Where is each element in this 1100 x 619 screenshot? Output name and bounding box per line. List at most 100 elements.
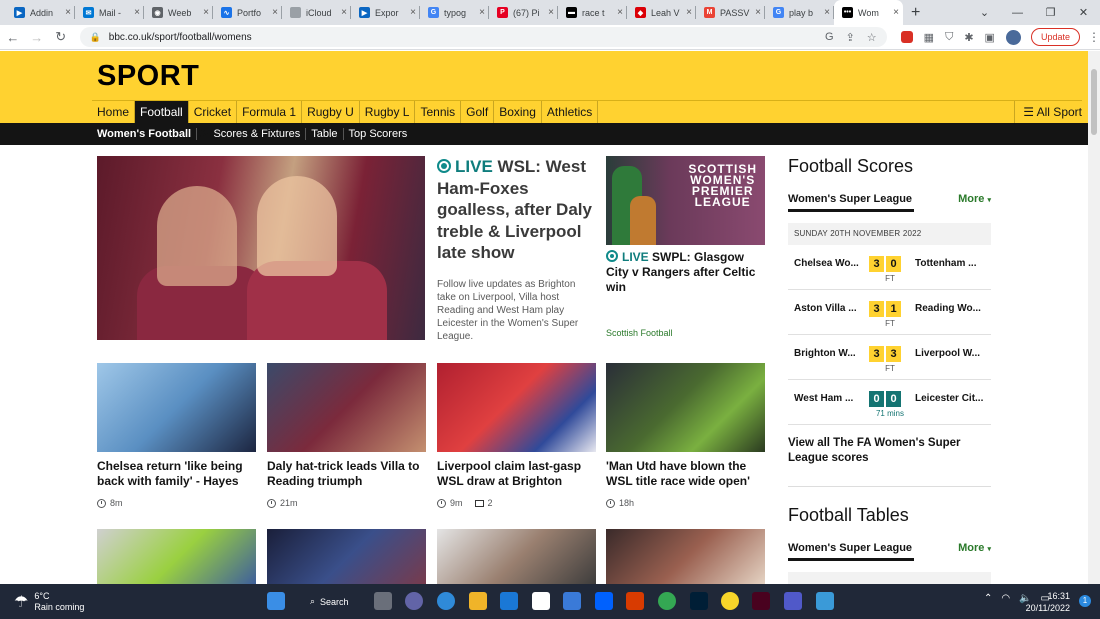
browser-tab[interactable]: ••• Wom × bbox=[834, 0, 903, 25]
browser-tab[interactable]: iCloud × bbox=[282, 0, 351, 25]
page-scrollbar[interactable] bbox=[1088, 51, 1100, 584]
file-explorer-icon[interactable] bbox=[469, 592, 487, 610]
story-image[interactable] bbox=[97, 363, 256, 452]
photoshop-icon[interactable] bbox=[690, 592, 708, 610]
weather-widget[interactable]: ☂ 6°C Rain coming bbox=[14, 591, 84, 613]
story-image[interactable] bbox=[437, 529, 596, 584]
mail-icon[interactable] bbox=[500, 592, 518, 610]
story-headline[interactable]: Chelsea return 'like being back with fam… bbox=[97, 459, 256, 489]
story-image[interactable] bbox=[97, 529, 256, 584]
tab-close-icon[interactable]: × bbox=[824, 7, 830, 18]
url-text[interactable]: bbc.co.uk/sport/football/womens bbox=[109, 32, 252, 43]
office-icon[interactable] bbox=[626, 592, 644, 610]
indesign-icon[interactable] bbox=[752, 592, 770, 610]
reload-icon[interactable]: ↻ bbox=[50, 29, 72, 45]
nav-item-formula-1[interactable]: Formula 1 bbox=[237, 100, 303, 124]
browser-tab[interactable]: P (67) Pi × bbox=[489, 0, 558, 25]
wifi-icon[interactable]: ◠ bbox=[1001, 593, 1010, 604]
lock-icon[interactable]: 🔒 bbox=[90, 32, 101, 43]
scottish-football-tag[interactable]: Scottish Football bbox=[606, 328, 673, 338]
browser-tab[interactable]: ◆ Leah V × bbox=[627, 0, 696, 25]
match-row[interactable]: West Ham ... 0 0 Leicester Cit... 71 mins bbox=[788, 380, 991, 425]
tab-close-icon[interactable]: × bbox=[272, 7, 278, 18]
all-sport-menu[interactable]: ☰ All Sport bbox=[1014, 100, 1082, 124]
puzzle-icon[interactable]: ✱ bbox=[964, 31, 973, 44]
taskbar-clock[interactable]: 16:31 20/11/2022 bbox=[1026, 590, 1070, 614]
story-image[interactable] bbox=[267, 529, 426, 584]
nav-item-golf[interactable]: Golf bbox=[461, 100, 495, 124]
nav-item-football[interactable]: Football bbox=[135, 100, 189, 124]
nav-item-athletics[interactable]: Athletics bbox=[542, 100, 599, 124]
tab-close-icon[interactable]: × bbox=[617, 7, 623, 18]
start-icon[interactable] bbox=[267, 592, 285, 610]
subnav-item[interactable]: Table bbox=[306, 128, 344, 140]
tab-close-icon[interactable]: × bbox=[203, 7, 209, 18]
taskbar-search[interactable]: ⌕ Search bbox=[302, 592, 360, 611]
nav-item-home[interactable]: Home bbox=[92, 100, 136, 124]
story-card[interactable]: Daly hat-trick leads Villa to Reading tr… bbox=[267, 363, 426, 508]
swpl-promo-image[interactable]: SCOTTISH WOMEN'S PREMIER LEAGUE bbox=[606, 156, 765, 245]
chrome-icon[interactable] bbox=[658, 592, 676, 610]
forward-icon[interactable]: → bbox=[26, 30, 48, 45]
subnav-item[interactable]: Scores & Fixtures bbox=[208, 128, 307, 140]
store-icon[interactable] bbox=[563, 592, 581, 610]
amazon-icon[interactable] bbox=[532, 592, 550, 610]
notification-badge[interactable]: 1 bbox=[1079, 595, 1091, 607]
browser-tab[interactable]: ▶ Expor × bbox=[351, 0, 420, 25]
lead-story-image[interactable] bbox=[97, 156, 425, 340]
tab-close-icon[interactable]: × bbox=[479, 7, 485, 18]
view-all-scores-link[interactable]: View all The FA Women's Super League sco… bbox=[788, 436, 991, 487]
more-dropdown[interactable]: More ▾ bbox=[958, 542, 991, 561]
match-row[interactable]: Aston Villa ... 3 1 Reading Wo... FT bbox=[788, 290, 991, 335]
browser-tab[interactable]: ▶ Addin × bbox=[6, 0, 75, 25]
subnav-item[interactable]: Top Scorers bbox=[344, 128, 413, 140]
story-headline[interactable]: 'Man Utd have blown the WSL title race w… bbox=[606, 459, 765, 489]
tab-close-icon[interactable]: × bbox=[686, 7, 692, 18]
nav-item-boxing[interactable]: Boxing bbox=[494, 100, 542, 124]
browser-tab[interactable]: ✉ Mail - × bbox=[75, 0, 144, 25]
browser-tab[interactable]: ◉ Weeb × bbox=[144, 0, 213, 25]
sport-logo[interactable]: SPORT bbox=[97, 60, 199, 93]
nav-item-tennis[interactable]: Tennis bbox=[415, 100, 462, 124]
tab-close-icon[interactable]: × bbox=[755, 7, 761, 18]
browser-tab[interactable]: Gtypog × bbox=[420, 0, 489, 25]
new-tab-button[interactable]: + bbox=[911, 4, 920, 22]
more-dropdown[interactable]: More ▾ bbox=[958, 193, 991, 212]
todo-icon[interactable] bbox=[721, 592, 739, 610]
competition-name[interactable]: Women's Super League bbox=[788, 193, 914, 212]
shield-extension-icon[interactable] bbox=[900, 31, 913, 43]
swpl-headline[interactable]: LIVE SWPL: Glasgow City v Rangers after … bbox=[606, 250, 768, 295]
story-image[interactable] bbox=[606, 363, 765, 452]
close-window-button[interactable]: ✕ bbox=[1067, 6, 1100, 19]
story-card[interactable]: Chelsea return 'like being back with fam… bbox=[97, 363, 256, 508]
side-panel-icon[interactable]: ▣ bbox=[985, 31, 995, 44]
google-lens-icon[interactable]: G bbox=[825, 31, 834, 44]
tab-close-icon[interactable]: × bbox=[134, 7, 140, 18]
lead-story[interactable]: LIVE WSL: West Ham-Foxes goalless, after… bbox=[437, 156, 597, 343]
competition-name[interactable]: Women's Super League bbox=[788, 542, 914, 561]
address-bar[interactable]: 🔒 bbc.co.uk/sport/football/womens G ⇪ ☆ bbox=[79, 27, 887, 47]
scrollbar-thumb[interactable] bbox=[1091, 69, 1097, 135]
dropbox-icon[interactable] bbox=[595, 592, 613, 610]
subnav-item[interactable]: Women's Football bbox=[92, 128, 198, 140]
match-row[interactable]: Chelsea Wo... 3 0 Tottenham ... FT bbox=[788, 245, 991, 290]
tab-close-icon[interactable]: × bbox=[893, 7, 899, 18]
story-headline[interactable]: Liverpool claim last-gasp WSL draw at Br… bbox=[437, 459, 596, 489]
update-button[interactable]: Update bbox=[1030, 28, 1080, 46]
browser-tab[interactable]: ▬ race t × bbox=[558, 0, 627, 25]
back-icon[interactable]: ← bbox=[2, 30, 24, 45]
chevron-up-icon[interactable]: ⌃ bbox=[984, 593, 992, 604]
vpn-extension-icon[interactable]: ⛉ bbox=[945, 31, 953, 44]
comment-count[interactable]: 2 bbox=[488, 498, 493, 508]
edge-icon[interactable] bbox=[437, 592, 455, 610]
minimize-button[interactable]: — bbox=[1001, 7, 1034, 19]
story-card[interactable]: Liverpool claim last-gasp WSL draw at Br… bbox=[437, 363, 596, 508]
task-view-icon[interactable] bbox=[374, 592, 392, 610]
photos-icon[interactable] bbox=[816, 592, 834, 610]
teams-icon[interactable] bbox=[784, 592, 802, 610]
tab-close-icon[interactable]: × bbox=[341, 7, 347, 18]
maximize-button[interactable]: ❐ bbox=[1034, 6, 1067, 19]
nav-item-rugby-u[interactable]: Rugby U bbox=[302, 100, 360, 124]
match-row[interactable]: Brighton W... 3 3 Liverpool W... FT bbox=[788, 335, 991, 380]
story-image[interactable] bbox=[606, 529, 765, 584]
